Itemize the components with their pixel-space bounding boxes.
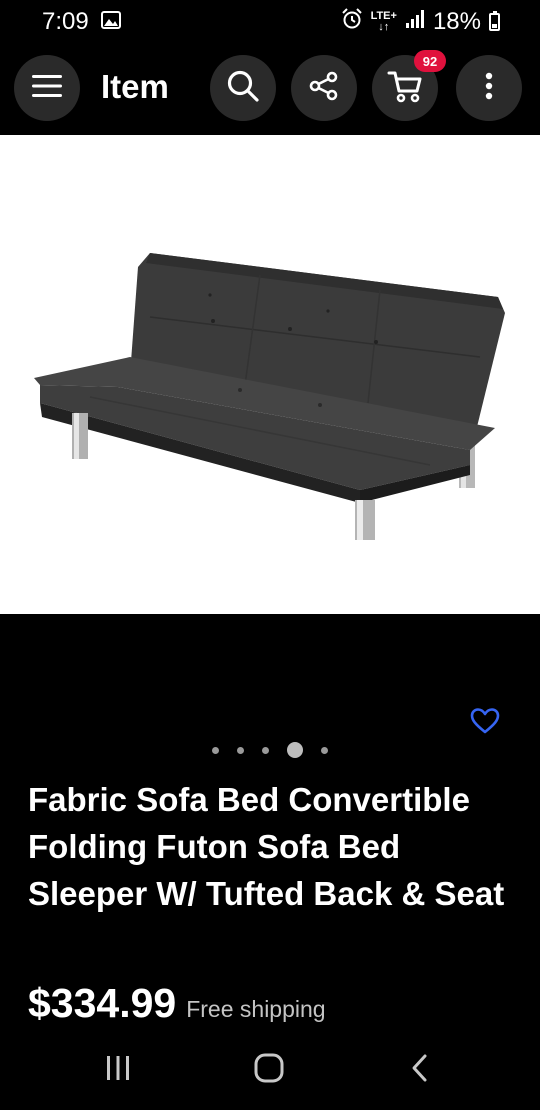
carousel-dot[interactable]	[212, 746, 219, 754]
battery-icon	[489, 11, 500, 31]
price-row: $334.99 Free shipping	[28, 980, 326, 1027]
search-icon	[226, 69, 260, 108]
carousel-dot[interactable]	[321, 746, 328, 754]
network-indicator: LTE+ ↓↑	[371, 11, 397, 33]
product-price: $334.99	[28, 980, 177, 1026]
product-title: Fabric Sofa Bed Convertible Folding Futo…	[28, 781, 505, 912]
recent-apps-icon	[103, 1053, 133, 1088]
battery-percent: 18%	[432, 8, 481, 35]
search-button[interactable]	[210, 55, 276, 121]
system-nav-bar	[0, 1035, 540, 1105]
heart-icon	[470, 708, 500, 739]
product-image[interactable]	[0, 135, 540, 614]
share-icon	[309, 71, 339, 106]
watchlist-button[interactable]	[470, 707, 502, 739]
cart-icon	[387, 69, 423, 108]
status-right: LTE+ ↓↑ 18%	[341, 7, 500, 37]
back-button[interactable]	[390, 1050, 450, 1090]
carousel-pagination	[0, 740, 540, 760]
status-left: 7:09	[42, 8, 121, 36]
app-bar: Item 92	[0, 50, 540, 126]
page-title: Item	[101, 68, 169, 105]
signal-icon	[405, 8, 425, 36]
home-button[interactable]	[239, 1050, 299, 1090]
alarm-icon	[341, 7, 363, 37]
shipping-label: Free shipping	[186, 996, 326, 1022]
menu-button[interactable]	[14, 55, 80, 121]
share-button[interactable]	[291, 55, 357, 121]
more-vert-icon	[485, 72, 493, 105]
futon-sofa-image	[34, 253, 505, 540]
carousel-dot[interactable]	[237, 746, 244, 754]
carousel-dot-active[interactable]	[287, 742, 303, 758]
home-icon	[253, 1052, 285, 1089]
recent-apps-button[interactable]	[88, 1050, 148, 1090]
back-icon	[410, 1053, 430, 1088]
image-notification-icon	[100, 8, 121, 36]
status-time: 7:09	[42, 8, 89, 35]
cart-count-badge: 92	[414, 50, 446, 72]
carousel-dot[interactable]	[262, 746, 269, 754]
hamburger-menu-icon	[32, 74, 62, 103]
status-bar: 7:09 LTE+ ↓↑ 18%	[0, 0, 540, 44]
more-options-button[interactable]	[456, 55, 522, 121]
network-arrows: ↓↑	[378, 21, 390, 33]
